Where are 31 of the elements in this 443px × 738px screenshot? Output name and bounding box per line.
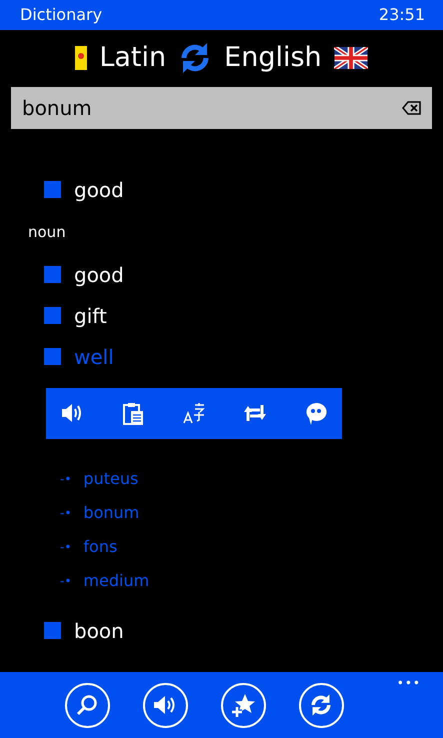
part-of-speech: noun — [28, 222, 66, 243]
more-button[interactable]: ••• — [396, 674, 421, 692]
add-favorite-button[interactable] — [220, 682, 266, 728]
translation-item[interactable]: boon — [74, 616, 124, 646]
search-button[interactable] — [64, 682, 110, 728]
flag-icon — [334, 47, 368, 69]
bullet-marker: -• — [60, 505, 72, 522]
app-title: Dictionary — [20, 4, 102, 26]
search-field[interactable]: bonum — [11, 87, 432, 129]
bullet-square-icon — [44, 348, 61, 365]
clipboard-icon[interactable] — [120, 400, 146, 426]
bullet-square-icon — [44, 266, 61, 283]
refresh-button[interactable] — [298, 682, 344, 728]
star-plus-icon — [230, 692, 256, 718]
clear-icon[interactable] — [402, 101, 422, 115]
bullet-square-icon — [44, 622, 61, 639]
translation-item[interactable]: good — [74, 174, 124, 204]
bullet-square-icon — [44, 307, 61, 324]
source-language[interactable]: Latin — [99, 38, 166, 78]
search-icon — [75, 693, 99, 717]
bullet-marker: -• — [60, 573, 72, 590]
speaker-button[interactable] — [142, 682, 188, 728]
target-language[interactable]: English — [224, 38, 322, 78]
bullet-marker: -• — [60, 471, 72, 488]
bullet-marker: -• — [60, 539, 72, 556]
bullet-square-icon — [44, 181, 61, 198]
flag-icon — [75, 46, 88, 70]
translation-item[interactable]: gift — [74, 300, 107, 330]
refresh-icon — [309, 693, 333, 717]
translation-item[interactable]: good — [74, 260, 124, 290]
clock: 23:51 — [378, 4, 425, 26]
